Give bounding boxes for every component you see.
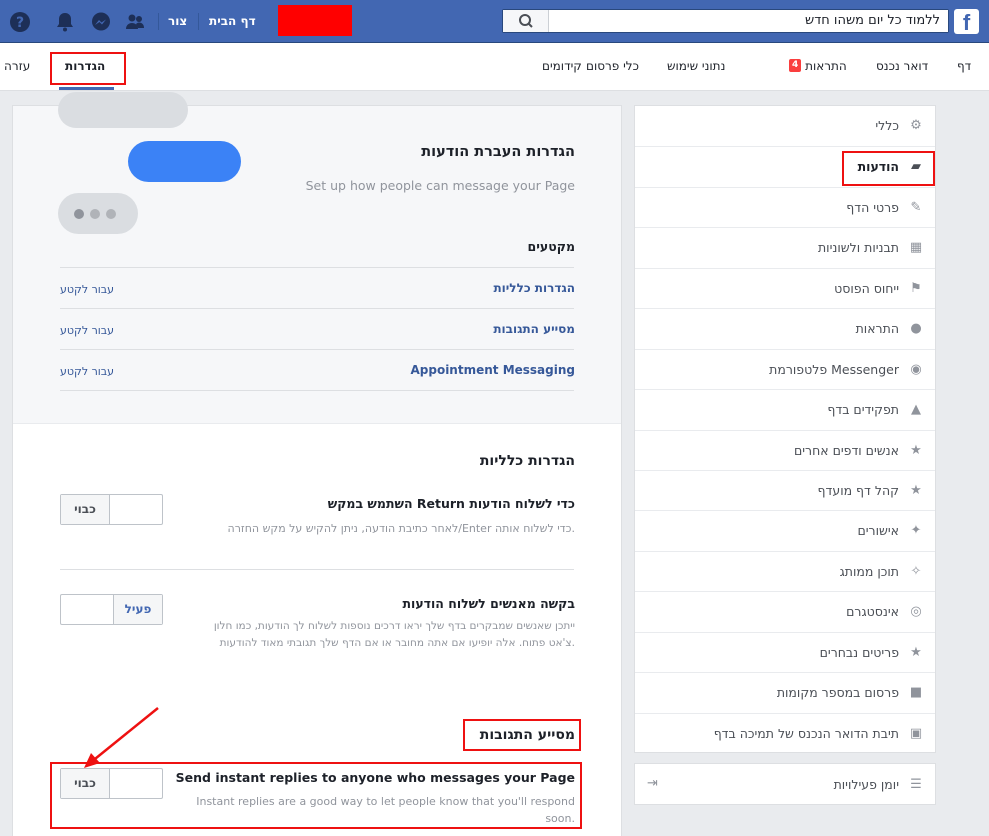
person-star-icon: ★ <box>910 443 922 458</box>
menu-item-general[interactable]: ⚙ כללי <box>635 106 935 146</box>
setting-return-key-title: השתמש במקש Return כדי לשלוח הודעות <box>327 496 575 511</box>
goto-section-appointment[interactable]: עבור לקטע <box>60 365 114 378</box>
illustration-bubble-gray <box>58 92 188 128</box>
top-bar: f דף הבית צור ? <box>0 0 989 43</box>
sign-in-icon[interactable]: ⇥ <box>647 776 658 791</box>
section-link-response-assistant[interactable]: מסייע התגובות <box>493 322 575 336</box>
menu-item-instagram[interactable]: ◎ אינסטגרם <box>635 591 935 631</box>
facebook-logo-icon[interactable]: f <box>954 9 979 34</box>
menu-item-page-roles[interactable]: ▲ תפקידים בדף <box>635 389 935 429</box>
return-key-toggle[interactable]: כבוי <box>60 494 163 525</box>
handshake-icon: ✧ <box>910 564 922 579</box>
highlight-box-settings <box>50 52 126 85</box>
menu-item-support-inbox[interactable]: ▣ תיבת הדואר הנכנס של תמיכה בדף <box>635 713 935 753</box>
activity-log-panel[interactable]: ☰ יומן פעילויות ⇥ <box>634 763 936 805</box>
menu-item-notifications[interactable]: ● התראות <box>635 308 935 348</box>
star-icon: ★ <box>910 645 922 660</box>
person-star-icon: ★ <box>910 483 922 498</box>
page-subtitle: Set up how people can message your Page <box>305 178 575 193</box>
messenger-icon[interactable] <box>90 11 112 33</box>
search-input[interactable] <box>552 10 948 32</box>
page-title: הגדרות העברת הודעות <box>421 144 575 160</box>
active-tab-indicator <box>59 87 114 90</box>
highlight-box-response-assistant <box>463 719 581 751</box>
general-settings-heading: הגדרות כלליות <box>479 453 575 469</box>
search-button[interactable] <box>503 10 549 32</box>
list-icon: ☰ <box>910 777 922 792</box>
tab-inbox[interactable]: דואר נכנס <box>876 59 928 73</box>
bell-icon[interactable] <box>54 11 76 33</box>
instagram-icon: ◎ <box>910 604 922 619</box>
goto-section-general[interactable]: עבור לקטע <box>60 283 114 296</box>
search-icon <box>519 14 533 28</box>
facebook-icon: ▣ <box>909 726 923 741</box>
tab-notifications[interactable]: 4 התראות <box>787 59 847 73</box>
menu-item-featured[interactable]: ★ פריטים נבחרים <box>635 632 935 672</box>
search-box[interactable] <box>502 9 949 33</box>
gear-icon: ⚙ <box>910 118 922 133</box>
create-link[interactable]: צור <box>168 14 187 28</box>
settings-menu: ⚙ כללי ▰ הודעות ✎ פרטי הדף ▦ תבניות ולשוניות… <box>634 105 936 753</box>
section-link-appointment[interactable]: Appointment Messaging <box>410 363 575 377</box>
setting-return-key-desc: לאחר כתיבת הודעה, ניתן להקיש על מקש החזר… <box>227 522 575 535</box>
ask-people-toggle[interactable]: פעיל <box>60 594 163 625</box>
tab-insights[interactable]: נתוני שימוש <box>667 59 725 73</box>
annotation-arrow <box>84 707 159 768</box>
redacted-profile <box>278 5 352 36</box>
video-icon: ■ <box>909 685 923 700</box>
wrench-icon: ✦ <box>910 523 922 538</box>
illustration-typing-bubble <box>58 193 138 234</box>
friends-icon[interactable] <box>124 11 146 33</box>
setting-ask-people-title: בקשה מאנשים לשלוח הודעות <box>402 596 576 611</box>
section-link-general[interactable]: הגדרות כלליות <box>493 281 575 295</box>
menu-item-crossposting[interactable]: ■ פרסום במספר מקומות <box>635 672 935 712</box>
svg-text:?: ? <box>16 15 24 31</box>
flag-icon: ⚑ <box>910 281 922 296</box>
tab-publishing-tools[interactable]: כלי פרסום <box>586 59 639 73</box>
notification-badge: 4 <box>789 59 802 72</box>
setting-ask-people-desc-1: ייתכן שאנשים שמבקרים בדף שלך יראו דרכים … <box>213 620 575 632</box>
menu-item-people-other-pages[interactable]: ★ אנשים ודפים אחרים <box>635 430 935 470</box>
pencil-icon: ✎ <box>910 200 922 215</box>
messenger-icon: ◉ <box>910 362 922 377</box>
sections-heading: מקטעים <box>527 239 575 254</box>
grid-icon: ▦ <box>909 240 923 255</box>
menu-item-post-attribution[interactable]: ⚑ ייחוס הפוסט <box>635 268 935 308</box>
activity-log-label: יומן פעילויות <box>833 777 899 792</box>
tab-promotions[interactable]: קידומים <box>542 59 582 73</box>
page-tabs-bar: דף דואר נכנס 4 התראות נתוני שימוש כלי פר… <box>0 43 989 91</box>
illustration-bubble-blue <box>128 141 241 182</box>
menu-item-branded-content[interactable]: ✧ תוכן ממותג <box>635 551 935 591</box>
menu-item-authorizations[interactable]: ✦ אישורים <box>635 510 935 550</box>
setting-ask-people-desc-2: צ'אט פתוח. אלה יופיעו אם אתה מחובר או אם… <box>219 637 575 649</box>
menu-item-preferred-audience[interactable]: ★ קהל דף מועדף <box>635 470 935 510</box>
menu-item-page-info[interactable]: ✎ פרטי הדף <box>635 187 935 227</box>
menu-item-templates-tabs[interactable]: ▦ תבניות ולשוניות <box>635 227 935 267</box>
help-icon[interactable]: ? <box>9 11 31 33</box>
tab-help[interactable]: עזרה <box>4 59 30 73</box>
tab-page[interactable]: דף <box>957 59 971 73</box>
globe-icon: ● <box>910 321 922 336</box>
highlight-box-messaging <box>842 151 935 186</box>
highlight-box-instant-replies <box>50 762 582 829</box>
menu-item-messenger-platform[interactable]: ◉ פלטפורמת Messenger <box>635 349 935 389</box>
person-icon: ▲ <box>911 402 921 417</box>
messaging-header: הגדרות העברת הודעות Set up how people ca… <box>13 92 621 424</box>
home-link[interactable]: דף הבית <box>209 14 256 28</box>
goto-section-response-assistant[interactable]: עבור לקטע <box>60 324 114 337</box>
